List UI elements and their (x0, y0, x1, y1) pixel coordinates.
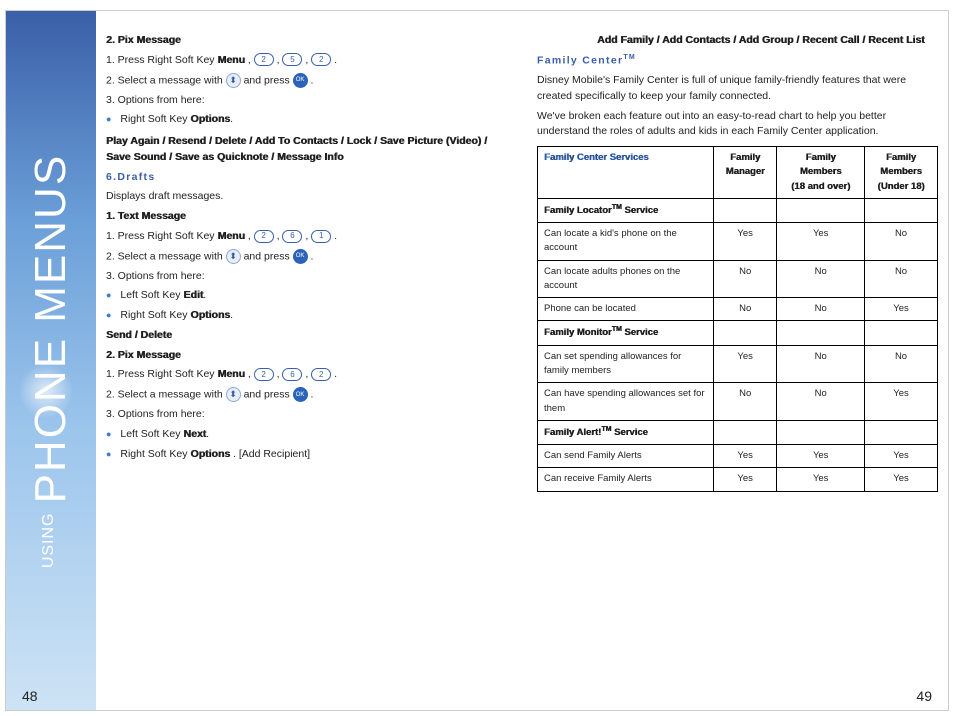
pix2-opt-next: Left Soft Key Next. (106, 427, 507, 443)
key-2-icon: 2 (311, 53, 331, 66)
pix2-step-2: 2. Select a message with ⬍ and press OK … (106, 387, 507, 403)
heading-pix-message-2: 2. Pix Message (106, 348, 507, 364)
pix-step-3: 3. Options from here: (106, 93, 507, 109)
heading-text-message: 1. Text Message (106, 209, 507, 225)
key-1-icon: 1 (311, 230, 331, 243)
col-manager: Family Manager (714, 147, 777, 199)
col-members-adult: Family Members (18 and over) (777, 147, 865, 199)
pix2-step-3: 3. Options from here: (106, 407, 507, 423)
right-column: Add Family / Add Contacts / Add Group / … (537, 29, 938, 680)
left-column: 2. Pix Message 1. Press Right Soft Key M… (106, 29, 507, 680)
pix-opt-1: Right Soft Key Options. (106, 112, 507, 128)
txt-opt-edit: Left Soft Key Edit. (106, 288, 507, 304)
key-2-icon: 2 (311, 368, 331, 381)
heading-pix-message: 2. Pix Message (106, 33, 507, 49)
pix-step-2: 2. Select a message with ⬍ and press OK … (106, 73, 507, 89)
page-number-right: 49 (916, 688, 932, 704)
ok-key-icon: OK (293, 73, 308, 88)
fc-para-2: We've broken each feature out into an ea… (537, 109, 938, 141)
txt-step-3: 3. Options from here: (106, 269, 507, 285)
key-6-icon: 6 (282, 230, 302, 243)
section-family-center: Family CenterTM (537, 53, 938, 69)
page-frame: USING PHONE MENUS 2. Pix Message 1. Pres… (5, 10, 949, 711)
table-row: Can locate a kid's phone on the account … (538, 223, 938, 261)
pix-step-1: 1. Press Right Soft Key Menu , 2 , 5 , 2… (106, 53, 507, 69)
table-row: Can set spending allowances for family m… (538, 345, 938, 383)
page-number-left: 48 (22, 688, 38, 704)
table-row: Can send Family Alerts Yes Yes Yes (538, 445, 938, 468)
key-2-icon: 2 (254, 368, 274, 381)
drafts-desc: Displays draft messages. (106, 189, 507, 205)
txt-step-1: 1. Press Right Soft Key Menu , 2 , 6 , 1… (106, 229, 507, 245)
table-row: Can locate adults phones on the account … (538, 260, 938, 298)
section-drafts: 6.Drafts (106, 170, 507, 186)
svc-alert: Family Alert!TM Service (538, 420, 714, 444)
txt-submenu: Send / Delete (106, 328, 507, 344)
svc-locator: Family LocatorTM Service (538, 198, 714, 222)
key-5-icon: 5 (282, 53, 302, 66)
nav-key-icon: ⬍ (226, 249, 241, 264)
spine-title: PHONE MENUS (26, 153, 76, 503)
nav-key-icon: ⬍ (226, 73, 241, 88)
table-header-row: Family Center Services Family Manager Fa… (538, 147, 938, 199)
fc-para-1: Disney Mobile's Family Center is full of… (537, 73, 938, 105)
content-columns: 2. Pix Message 1. Press Right Soft Key M… (106, 29, 938, 680)
ok-key-icon: OK (293, 387, 308, 402)
add-family-list: Add Family / Add Contacts / Add Group / … (597, 33, 938, 49)
txt-opt-options: Right Soft Key Options. (106, 308, 507, 324)
table-row: Can receive Family Alerts Yes Yes Yes (538, 468, 938, 491)
nav-key-icon: ⬍ (226, 387, 241, 402)
pix2-opt-options: Right Soft Key Options . [Add Recipient] (106, 447, 507, 463)
col-services: Family Center Services (538, 147, 714, 199)
spine-prefix: USING (40, 512, 58, 568)
key-2-icon: 2 (254, 230, 274, 243)
table-row: Phone can be located No No Yes (538, 298, 938, 321)
ok-key-icon: OK (293, 249, 308, 264)
svc-monitor: Family MonitorTM Service (538, 321, 714, 345)
chapter-spine: USING PHONE MENUS (6, 11, 96, 710)
pix-submenu: Play Again / Resend / Delete / Add To Co… (106, 134, 507, 166)
col-members-kid: Family Members (Under 18) (865, 147, 938, 199)
key-6-icon: 6 (282, 368, 302, 381)
key-2-icon: 2 (254, 53, 274, 66)
txt-step-2: 2. Select a message with ⬍ and press OK … (106, 249, 507, 265)
table-row: Can have spending allowances set for the… (538, 383, 938, 421)
pix2-step-1: 1. Press Right Soft Key Menu , 2 , 6 , 2… (106, 367, 507, 383)
family-center-table: Family Center Services Family Manager Fa… (537, 146, 938, 492)
